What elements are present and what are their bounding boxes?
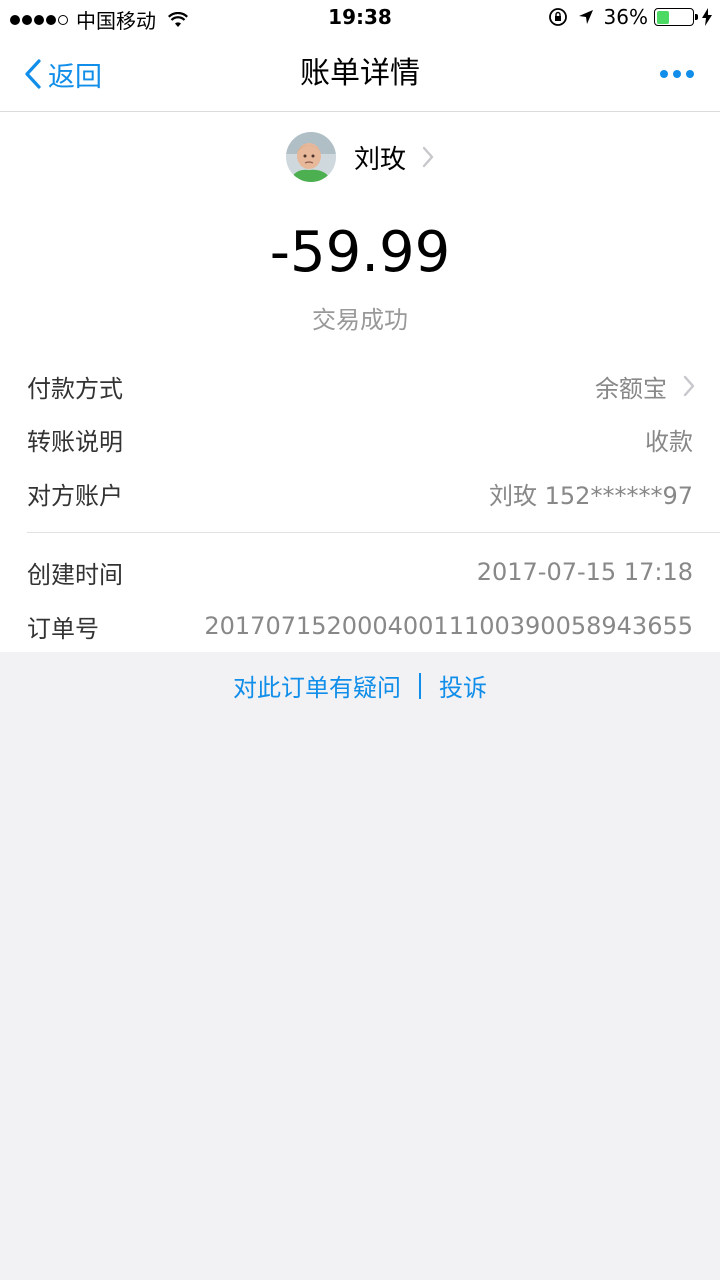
created-time-row: 创建时间 2017-07-15 17:18 bbox=[27, 552, 693, 592]
transaction-status: 交易成功 bbox=[312, 306, 408, 334]
detail-value: 收款 bbox=[645, 427, 693, 456]
detail-label: 创建时间 bbox=[27, 560, 123, 589]
page-title: 账单详情 bbox=[300, 56, 420, 91]
navigation-bar: 账单详情 返回 bbox=[0, 36, 720, 112]
status-bar-right: 36% bbox=[548, 5, 712, 29]
battery-icon bbox=[654, 8, 698, 26]
order-number-row[interactable]: 订单号 20170715200040011100390058943655 bbox=[27, 606, 693, 646]
chevron-left-icon bbox=[25, 59, 41, 89]
payee-name: 刘玫 bbox=[353, 144, 406, 175]
order-question-link[interactable]: 对此订单有疑问 bbox=[233, 668, 401, 703]
avatar bbox=[285, 132, 336, 182]
back-label: 返回 bbox=[48, 61, 102, 93]
payment-method-row[interactable]: 付款方式 余额宝 bbox=[27, 366, 695, 406]
detail-label: 转账说明 bbox=[27, 427, 123, 456]
detail-label: 订单号 bbox=[27, 614, 99, 643]
charging-icon bbox=[702, 8, 712, 26]
transfer-note-row: 转账说明 收款 bbox=[27, 419, 693, 459]
complaint-link[interactable]: 投诉 bbox=[439, 668, 487, 703]
rotation-lock-icon bbox=[548, 7, 568, 27]
battery-percent: 36% bbox=[603, 5, 648, 29]
detail-value: 刘玫 152******97 bbox=[489, 481, 693, 510]
divider bbox=[27, 532, 720, 533]
detail-value: 2017-07-15 17:18 bbox=[476, 558, 693, 586]
detail-label: 付款方式 bbox=[27, 374, 123, 403]
chevron-right-icon bbox=[683, 375, 695, 397]
back-button[interactable]: 返回 bbox=[24, 36, 102, 112]
payee-row[interactable]: 刘玫 bbox=[0, 132, 720, 182]
footer-links: 对此订单有疑问 投诉 bbox=[0, 668, 720, 703]
detail-label: 对方账户 bbox=[27, 481, 123, 510]
status-bar: 中国移动 19:38 36% bbox=[0, 0, 720, 36]
location-arrow-icon bbox=[578, 9, 594, 25]
link-separator bbox=[419, 672, 421, 699]
detail-value: 20170715200040011100390058943655 bbox=[204, 612, 693, 640]
bill-detail-card: 刘玫 -59.99 交易成功 付款方式 余额宝 转账说明 收款 对方账户 刘玫 … bbox=[0, 112, 720, 652]
chevron-right-icon bbox=[422, 146, 434, 168]
detail-value: 余额宝 bbox=[595, 374, 667, 403]
counterparty-account-row: 对方账户 刘玫 152******97 bbox=[27, 473, 693, 513]
transaction-amount: -59.99 bbox=[269, 220, 451, 285]
more-icon[interactable] bbox=[655, 70, 694, 78]
